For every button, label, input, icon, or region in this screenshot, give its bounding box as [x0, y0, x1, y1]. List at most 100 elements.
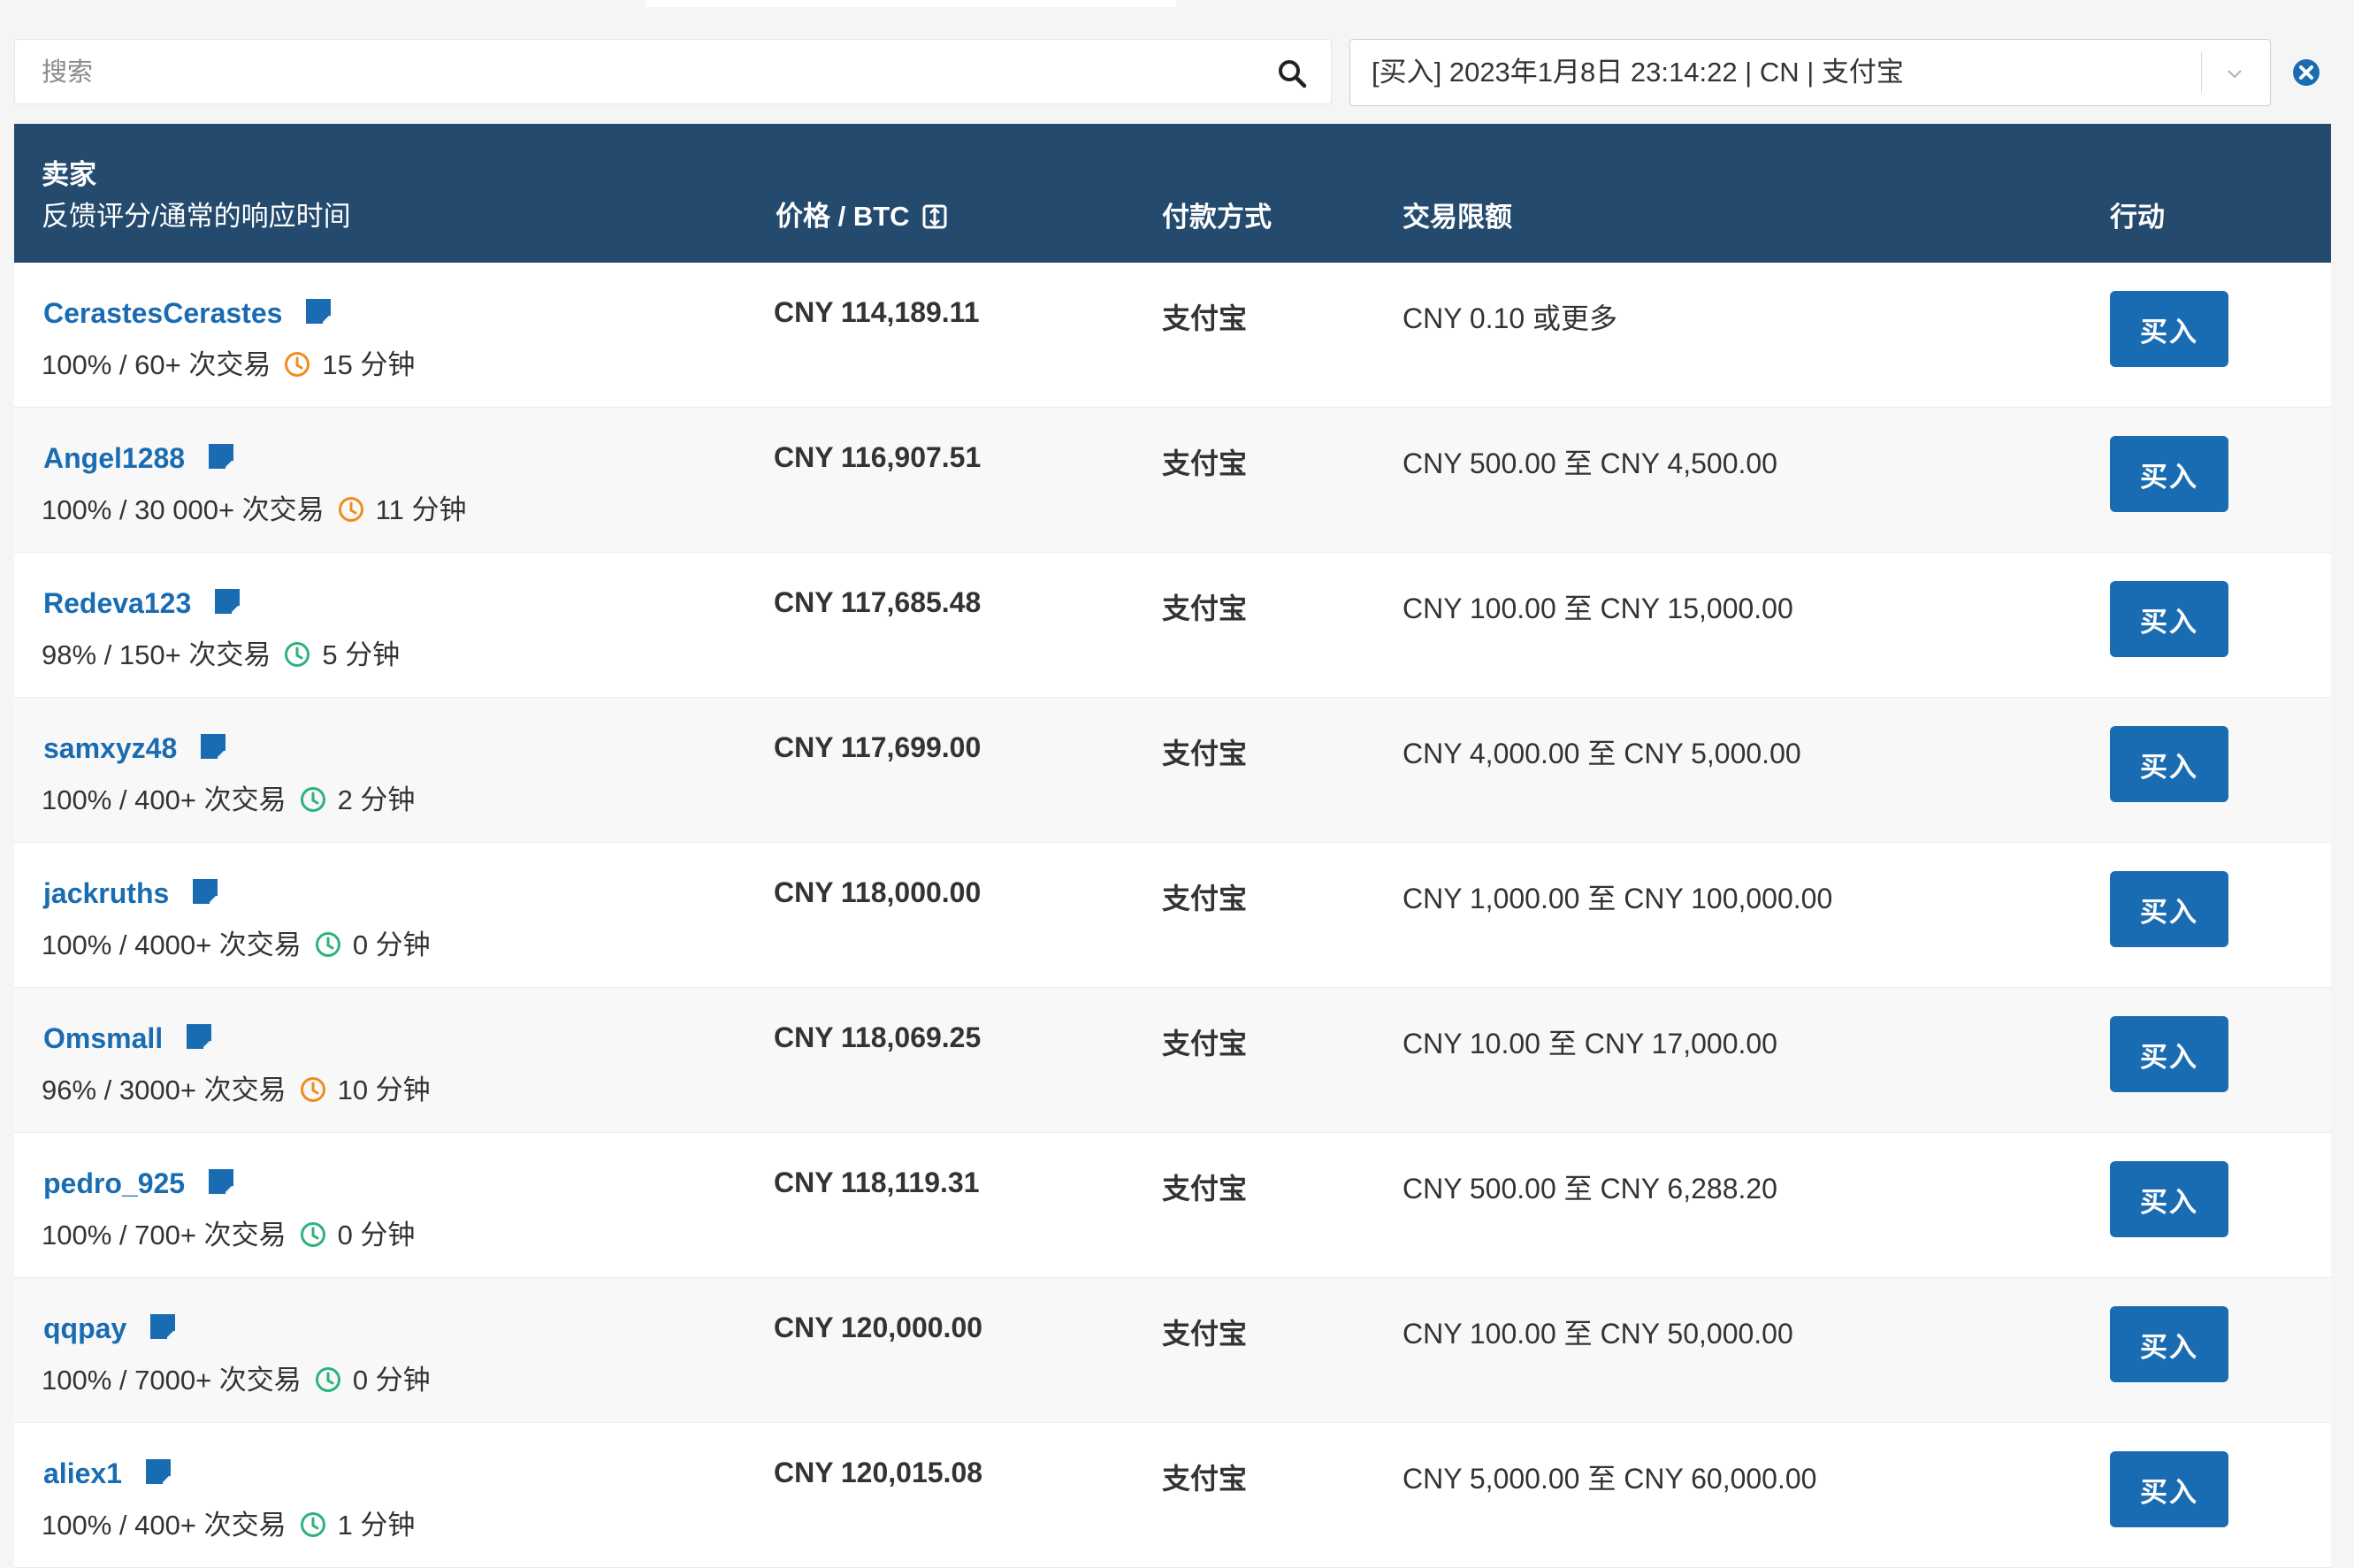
table-row: Omsmall 96% / 3000+ 次交易 10 分钟 CNY 118,069.2…: [14, 988, 2331, 1133]
clock-icon: [285, 642, 310, 667]
response-time: 15 分钟: [322, 349, 416, 380]
price-value: CNY 120,000.00: [774, 1312, 983, 1343]
price-value: CNY 117,699.00: [774, 731, 982, 763]
note-icon[interactable]: [303, 296, 333, 326]
seller-cell: Angel1288: [43, 441, 236, 475]
buy-button[interactable]: 买入: [2110, 726, 2228, 802]
seller-link[interactable]: CerastesCerastes: [43, 297, 282, 329]
price-value: CNY 116,907.51: [774, 441, 982, 473]
header-action: 行动: [2110, 202, 2165, 233]
feedback-stats: 100% / 30 000+ 次交易: [42, 494, 325, 525]
seller-link[interactable]: qqpay: [43, 1312, 126, 1344]
offer-filter-select[interactable]: [买入] 2023年1月8日 23:14:22 | CN | 支付宝: [1349, 39, 2271, 106]
seller-stats: 98% / 150+ 次交易 5 分钟: [42, 632, 400, 672]
price-value: CNY 120,015.08: [774, 1457, 983, 1488]
price-value: CNY 114,189.11: [774, 296, 980, 328]
buy-button[interactable]: 买入: [2110, 1306, 2228, 1382]
seller-cell: Omsmall: [43, 1021, 214, 1055]
buy-button[interactable]: 买入: [2110, 291, 2228, 367]
seller-cell: qqpay: [43, 1312, 178, 1345]
note-icon[interactable]: [143, 1457, 173, 1487]
buy-button[interactable]: 买入: [2110, 871, 2228, 947]
seller-cell: CerastesCerastes: [43, 296, 333, 330]
header-seller: 卖家: [42, 159, 96, 190]
search-input[interactable]: [40, 40, 1255, 105]
note-icon[interactable]: [190, 876, 220, 906]
buy-button[interactable]: 买入: [2110, 581, 2228, 657]
payment-method: 支付宝: [1162, 738, 1248, 769]
clock-icon: [300, 1222, 325, 1247]
price-value: CNY 117,685.48: [774, 586, 982, 618]
trade-limit: CNY 500.00 至 CNY 6,288.20: [1402, 1173, 1777, 1205]
table-row: samxyz48 100% / 400+ 次交易 2 分钟 CNY 117,699.0…: [14, 698, 2331, 843]
trade-limit: CNY 0.10 或更多: [1402, 302, 1618, 334]
table-header: 卖家 反馈评分/通常的响应时间 价格 / BTC 付款方式 交易限额 行动: [14, 124, 2331, 263]
select-divider: [2201, 52, 2202, 93]
table-row: qqpay 100% / 7000+ 次交易 0 分钟 CNY 120,000.00 支…: [14, 1278, 2331, 1423]
response-time: 5 分钟: [322, 639, 401, 670]
price-value: CNY 118,069.25: [774, 1021, 982, 1053]
response-time: 11 分钟: [375, 494, 467, 525]
table-row: pedro_925 100% / 700+ 次交易 0 分钟 CNY 118,119.…: [14, 1133, 2331, 1278]
table-body: CerastesCerastes 100% / 60+ 次交易 15 分钟 CNY 1…: [14, 263, 2331, 1568]
filter-selected-value: [买入] 2023年1月8日 23:14:22 | CN | 支付宝: [1372, 57, 1904, 88]
clock-icon: [338, 497, 363, 522]
note-icon[interactable]: [206, 441, 236, 471]
seller-stats: 100% / 60+ 次交易 15 分钟: [42, 342, 415, 382]
expand-icon[interactable]: [922, 204, 947, 229]
seller-link[interactable]: pedro_925: [43, 1167, 185, 1199]
price-value: CNY 118,000.00: [774, 876, 982, 908]
note-icon[interactable]: [198, 731, 228, 761]
seller-cell: aliex1: [43, 1457, 173, 1490]
seller-link[interactable]: aliex1: [43, 1457, 122, 1489]
seller-link[interactable]: samxyz48: [43, 732, 177, 764]
seller-link[interactable]: jackruths: [43, 877, 169, 909]
trade-limit: CNY 5,000.00 至 CNY 60,000.00: [1402, 1463, 1817, 1495]
response-time: 2 分钟: [337, 784, 416, 815]
trade-limit: CNY 100.00 至 CNY 50,000.00: [1402, 1318, 1793, 1350]
feedback-stats: 100% / 7000+ 次交易: [42, 1365, 302, 1396]
payment-method: 支付宝: [1162, 302, 1248, 334]
search-icon[interactable]: [1276, 57, 1308, 89]
chevron-down-icon[interactable]: [2224, 63, 2245, 84]
clock-icon: [300, 1077, 325, 1102]
seller-link[interactable]: Angel1288: [43, 442, 185, 474]
feedback-stats: 96% / 3000+ 次交易: [42, 1075, 287, 1105]
seller-stats: 100% / 400+ 次交易 1 分钟: [42, 1503, 415, 1542]
payment-method: 支付宝: [1162, 883, 1248, 914]
note-icon[interactable]: [148, 1312, 178, 1342]
payment-method: 支付宝: [1162, 593, 1248, 624]
payment-method: 支付宝: [1162, 1463, 1248, 1495]
buy-button[interactable]: 买入: [2110, 436, 2228, 512]
top-strip: [646, 0, 1176, 7]
payment-method: 支付宝: [1162, 447, 1248, 479]
note-icon[interactable]: [212, 586, 242, 616]
response-time: 0 分钟: [337, 1220, 416, 1251]
note-icon[interactable]: [206, 1166, 236, 1197]
response-time: 0 分钟: [352, 1365, 431, 1396]
clock-icon: [300, 787, 325, 812]
buy-button[interactable]: 买入: [2110, 1016, 2228, 1092]
clear-filter-icon[interactable]: [2290, 57, 2322, 88]
feedback-stats: 100% / 400+ 次交易: [42, 1510, 287, 1541]
seller-stats: 100% / 400+ 次交易 2 分钟: [42, 777, 415, 817]
clock-icon: [285, 352, 310, 377]
table-row: CerastesCerastes 100% / 60+ 次交易 15 分钟 CNY 1…: [14, 263, 2331, 408]
trade-limit: CNY 500.00 至 CNY 4,500.00: [1402, 447, 1777, 479]
payment-method: 支付宝: [1162, 1028, 1248, 1059]
table-row: Angel1288 100% / 30 000+ 次交易 11 分钟 CNY 116,…: [14, 408, 2331, 553]
seller-link[interactable]: Redeva123: [43, 587, 191, 619]
search-box: [14, 39, 1332, 105]
feedback-stats: 100% / 400+ 次交易: [42, 784, 287, 815]
buy-button[interactable]: 买入: [2110, 1161, 2228, 1237]
clock-icon: [315, 1367, 340, 1392]
feedback-stats: 100% / 60+ 次交易: [42, 349, 271, 380]
trade-limit: CNY 10.00 至 CNY 17,000.00: [1402, 1028, 1777, 1059]
buy-button[interactable]: 买入: [2110, 1451, 2228, 1527]
note-icon[interactable]: [184, 1021, 214, 1052]
trade-limit: CNY 1,000.00 至 CNY 100,000.00: [1402, 883, 1833, 914]
header-seller-sub: 反馈评分/通常的响应时间: [42, 201, 351, 232]
clock-icon: [300, 1512, 325, 1537]
table-row: aliex1 100% / 400+ 次交易 1 分钟 CNY 120,015.08 支…: [14, 1423, 2331, 1568]
seller-link[interactable]: Omsmall: [43, 1022, 163, 1054]
